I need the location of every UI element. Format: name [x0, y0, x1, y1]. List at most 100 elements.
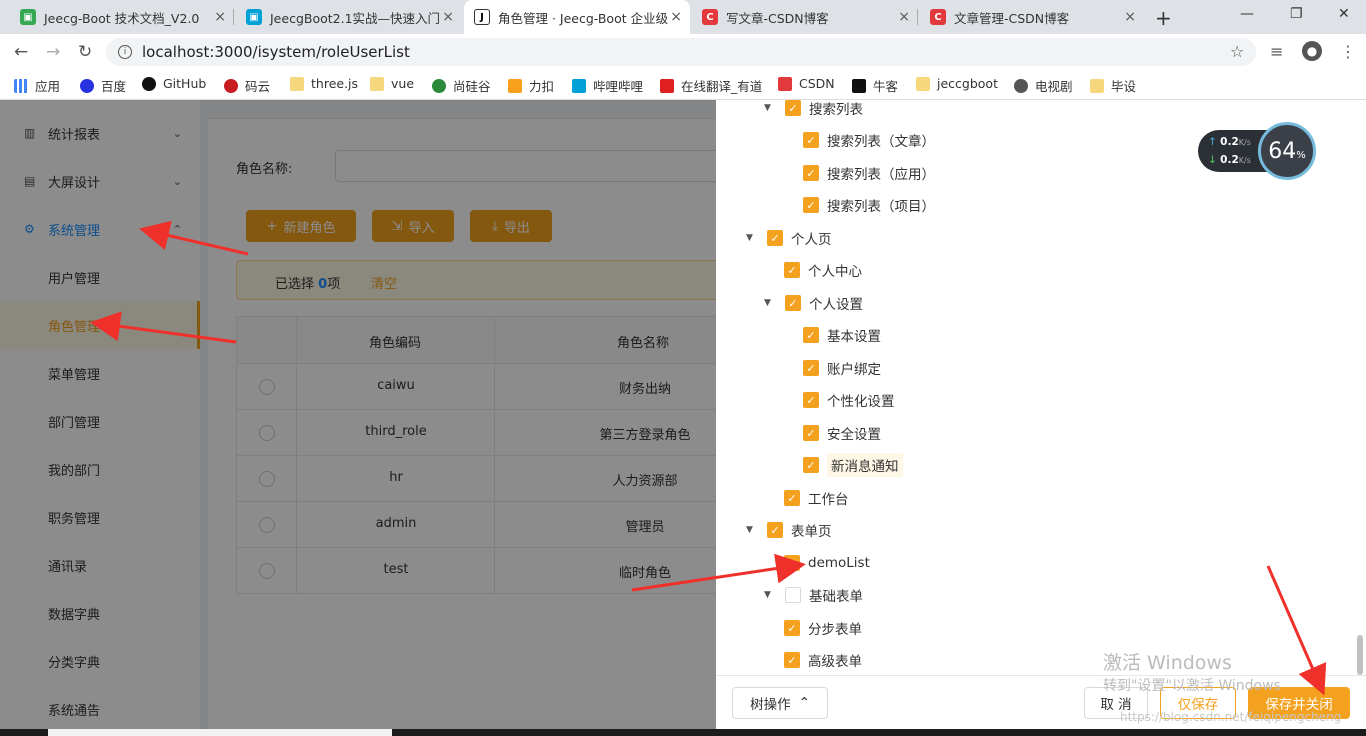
- reload-icon[interactable]: ↻: [78, 42, 92, 62]
- forward-icon[interactable]: →: [46, 42, 60, 62]
- bookmark-jeecgboot[interactable]: jeccgboot: [916, 76, 998, 91]
- checkbox-checked[interactable]: ✓: [803, 392, 819, 408]
- tree-node[interactable]: ▼ ✓ 搜索列表: [764, 96, 863, 120]
- bookmark-youdao[interactable]: 在线翻译_有道: [660, 76, 762, 95]
- bookmark-nowcoder[interactable]: 牛客: [852, 76, 898, 95]
- caret-down-icon[interactable]: ▼: [746, 525, 758, 535]
- checkbox-checked[interactable]: ✓: [784, 620, 800, 636]
- bookmark-csdn[interactable]: CSDN: [778, 76, 835, 91]
- bookmark-github[interactable]: GitHub: [142, 76, 206, 91]
- browser-tab-2[interactable]: ▣ JeecgBoot2.1实战—快速入门 ×: [236, 0, 462, 34]
- tree-ops-button[interactable]: 树操作 ⌃: [732, 687, 828, 719]
- media-icon[interactable]: ≡: [1270, 42, 1283, 61]
- bookmark-bilibili[interactable]: 哔哩哔哩: [572, 76, 643, 95]
- caret-down-icon[interactable]: ▼: [746, 233, 758, 243]
- profile-avatar-icon[interactable]: ●: [1302, 41, 1322, 61]
- checkbox-checked[interactable]: ✓: [803, 197, 819, 213]
- address-bar: ← → ↻ i localhost:3000/isystem/roleUserL…: [0, 34, 1366, 70]
- close-icon[interactable]: ×: [670, 9, 682, 25]
- checkbox-checked[interactable]: ✓: [785, 295, 801, 311]
- browser-tab-5[interactable]: C 文章管理-CSDN博客 ×: [920, 0, 1144, 34]
- tree-node[interactable]: ▼✓基础表单: [764, 583, 863, 607]
- folder-icon: [916, 76, 930, 91]
- bookmark-star-icon[interactable]: ☆: [1230, 42, 1244, 61]
- tree-node[interactable]: ▼ ✓ 表单页: [746, 518, 832, 542]
- tree-node[interactable]: ✓ 搜索列表（文章）: [803, 128, 935, 152]
- tree-node[interactable]: ✓ demoList: [784, 551, 870, 575]
- bookmark-threejs[interactable]: three.js: [290, 76, 358, 91]
- bookmark-vue[interactable]: vue: [370, 76, 414, 91]
- checkbox-checked[interactable]: ✓: [784, 555, 800, 571]
- tree-node[interactable]: ✓ 安全设置: [803, 421, 881, 445]
- close-icon[interactable]: ×: [898, 9, 910, 25]
- caret-down-icon[interactable]: ▼: [764, 103, 776, 113]
- checkbox-checked[interactable]: ✓: [784, 490, 800, 506]
- windows-activation-hint: 转到"设置"以激活 Windows: [1103, 678, 1281, 694]
- checkbox-checked[interactable]: ✓: [767, 522, 783, 538]
- url-input[interactable]: i localhost:3000/isystem/roleUserList: [106, 38, 1256, 66]
- checkbox-checked[interactable]: ✓: [803, 457, 819, 473]
- caret-down-icon[interactable]: ▼: [764, 590, 776, 600]
- checkbox-checked[interactable]: ✓: [784, 262, 800, 278]
- bookmark-apps[interactable]: 应用: [14, 76, 60, 95]
- drawer-mask[interactable]: [0, 100, 716, 736]
- browser-tab-3-active[interactable]: J 角色管理 · Jeecg-Boot 企业级 ×: [464, 0, 690, 34]
- bookmark-atguigu[interactable]: 尚硅谷: [432, 76, 491, 95]
- close-icon[interactable]: ×: [1124, 9, 1136, 25]
- url-text: localhost:3000/isystem/roleUserList: [142, 43, 410, 61]
- tree-node[interactable]: ✓ 新消息通知: [803, 453, 903, 477]
- upload-arrow-icon: ↑: [1208, 136, 1217, 148]
- info-icon[interactable]: i: [118, 45, 132, 59]
- maximize-icon[interactable]: ❐: [1290, 6, 1303, 22]
- csdn-icon: [778, 76, 792, 91]
- tree-node[interactable]: ✓ 高级表单: [784, 648, 862, 672]
- checkbox-checked[interactable]: ✓: [803, 360, 819, 376]
- atguigu-icon: [432, 78, 446, 93]
- taskbar: [0, 729, 1366, 736]
- new-tab-icon[interactable]: +: [1155, 6, 1172, 30]
- tree-node[interactable]: ✓ 工作台: [784, 486, 849, 510]
- bookmark-baidu[interactable]: 百度: [80, 76, 126, 95]
- browser-tab-4[interactable]: C 写文章-CSDN博客 ×: [692, 0, 918, 34]
- checkbox-checked[interactable]: ✓: [767, 230, 783, 246]
- tree-node[interactable]: ✓ 搜索列表（应用）: [803, 161, 935, 185]
- tree-node[interactable]: ✓ 账户绑定: [803, 356, 881, 380]
- checkbox-unchecked[interactable]: ✓: [785, 587, 801, 603]
- taskbar-search[interactable]: [48, 729, 392, 736]
- window-close-icon[interactable]: ✕: [1338, 6, 1350, 22]
- chevron-up-icon: ⌃: [798, 695, 810, 711]
- caret-down-icon[interactable]: ▼: [764, 298, 776, 308]
- drawer-scrollbar[interactable]: [1357, 635, 1363, 675]
- tree-node[interactable]: ✓ 基本设置: [803, 323, 881, 347]
- tree-node[interactable]: ✓ 搜索列表（项目）: [803, 193, 935, 217]
- close-icon[interactable]: ×: [214, 9, 226, 25]
- tree-node[interactable]: ✓ 分步表单: [784, 616, 862, 640]
- checkbox-checked[interactable]: ✓: [803, 327, 819, 343]
- bookmark-tv[interactable]: 电视剧: [1014, 76, 1073, 95]
- tab-title: Jeecg-Boot 技术文档_V2.0: [44, 10, 200, 26]
- tree-node[interactable]: ✓ 个人中心: [784, 258, 862, 282]
- tab-favicon-icon: ▣: [246, 9, 262, 25]
- checkbox-checked[interactable]: ✓: [803, 425, 819, 441]
- checkbox-checked[interactable]: ✓: [784, 652, 800, 668]
- checkbox-checked[interactable]: ✓: [785, 100, 801, 116]
- bookmark-gitee[interactable]: 码云: [224, 76, 270, 95]
- tree-node[interactable]: ✓ 个性化设置: [803, 388, 895, 412]
- menu-kebab-icon[interactable]: ⋮: [1340, 42, 1356, 61]
- tree-node[interactable]: ▼ ✓ 个人页: [746, 226, 832, 250]
- apps-grid-icon: [14, 78, 28, 93]
- gitee-icon: [224, 78, 238, 93]
- bookmark-leetcode[interactable]: 力扣: [508, 76, 554, 95]
- browser-tab-1[interactable]: ▣ Jeecg-Boot 技术文档_V2.0 ×: [10, 0, 234, 34]
- memory-usage-gauge[interactable]: 64%: [1258, 122, 1316, 180]
- bookmark-thesis[interactable]: 毕设: [1090, 76, 1136, 95]
- checkbox-checked[interactable]: ✓: [803, 132, 819, 148]
- nowcoder-icon: [852, 78, 866, 93]
- back-icon[interactable]: ←: [14, 42, 28, 62]
- globe-icon: [1014, 78, 1028, 93]
- checkbox-checked[interactable]: ✓: [803, 165, 819, 181]
- tree-node[interactable]: ▼ ✓ 个人设置: [764, 291, 863, 315]
- close-icon[interactable]: ×: [442, 9, 454, 25]
- folder-icon: [1090, 78, 1104, 93]
- minimize-icon[interactable]: —: [1240, 6, 1254, 22]
